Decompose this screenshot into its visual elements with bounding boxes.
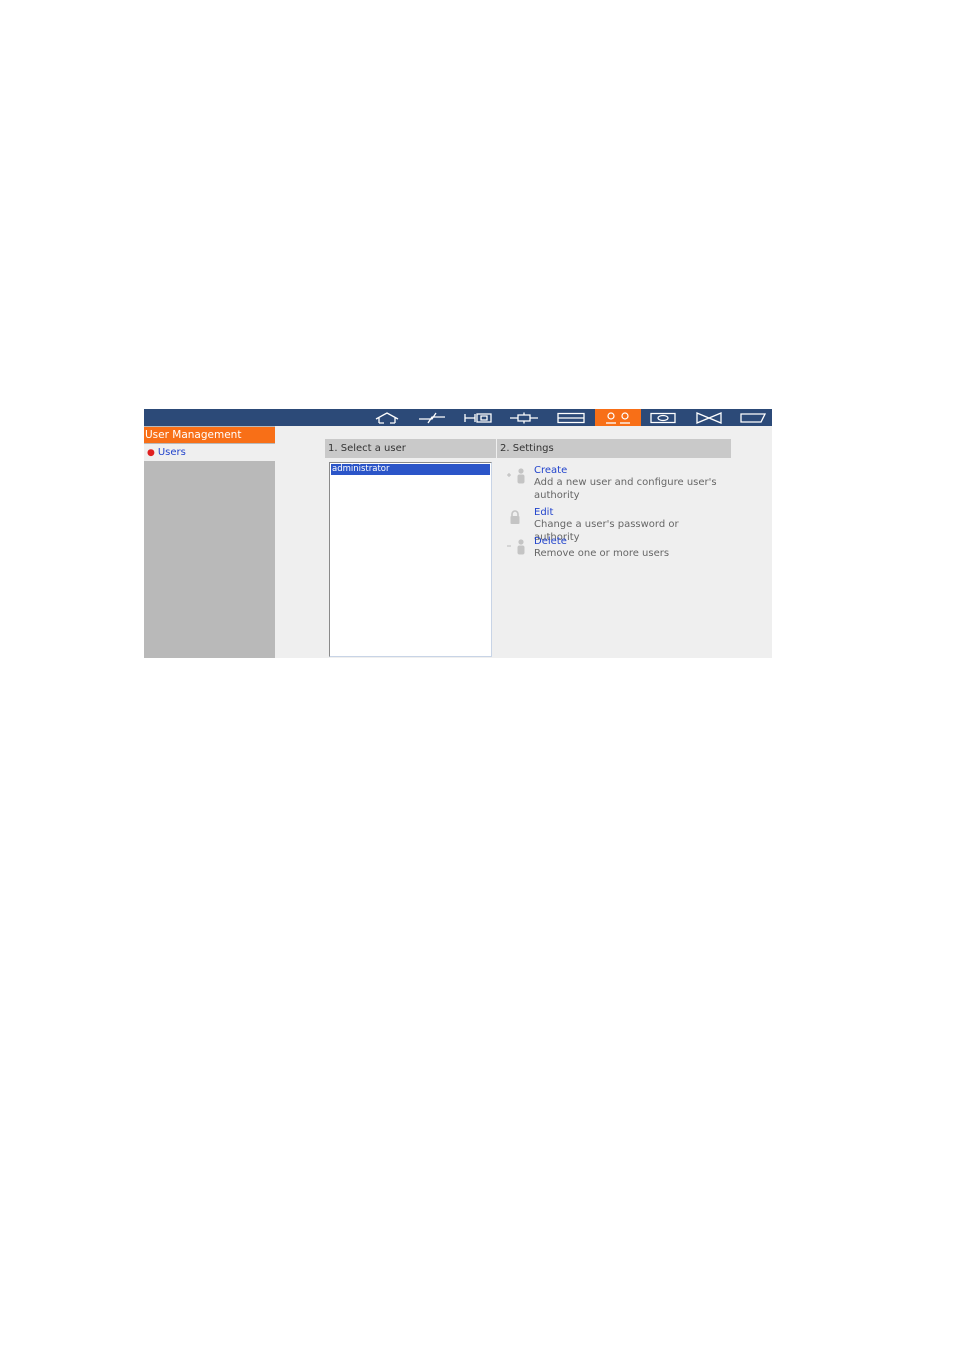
nas-admin-window: User Management ● Users 1. Select a user … <box>144 409 772 658</box>
create-user-link[interactable]: Create <box>534 465 567 477</box>
add-user-icon <box>506 467 528 489</box>
sidebar-header: User Management <box>144 427 275 443</box>
lock-icon <box>506 509 528 531</box>
remove-user-icon <box>506 538 528 560</box>
select-user-header: 1. Select a user <box>325 439 496 458</box>
sidebar-item-label: Users <box>157 447 186 458</box>
share-icon[interactable] <box>687 409 731 426</box>
tag-icon[interactable] <box>734 409 772 426</box>
delete-user-link[interactable]: Delete <box>534 536 567 548</box>
home-icon[interactable] <box>365 409 409 426</box>
edit-user-link[interactable]: Edit <box>534 507 553 519</box>
bullet-icon: ● <box>147 448 155 458</box>
create-user-action: Create Add a new user and configure user… <box>506 465 736 501</box>
sidebar: User Management ● Users <box>144 426 275 658</box>
user-list-item[interactable]: administrator <box>331 464 490 475</box>
top-navigation-bar <box>144 409 772 426</box>
system-settings-icon[interactable] <box>410 409 454 426</box>
delete-user-action: Delete Remove one or more users <box>506 536 736 562</box>
user-management-icon[interactable] <box>595 409 641 426</box>
sidebar-item-users[interactable]: ● Users <box>144 444 275 461</box>
edit-user-action: Edit Change a user's password or authori… <box>506 507 736 543</box>
storage-icon[interactable] <box>549 409 593 426</box>
network-services-icon[interactable] <box>502 409 546 426</box>
privilege-settings-icon[interactable] <box>456 409 500 426</box>
user-listbox[interactable]: administrator <box>329 462 492 657</box>
create-user-description: Add a new user and configure user's auth… <box>534 477 717 501</box>
delete-user-description: Remove one or more users <box>534 548 670 559</box>
settings-header: 2. Settings <box>497 439 731 458</box>
monitor-icon[interactable] <box>641 409 685 426</box>
